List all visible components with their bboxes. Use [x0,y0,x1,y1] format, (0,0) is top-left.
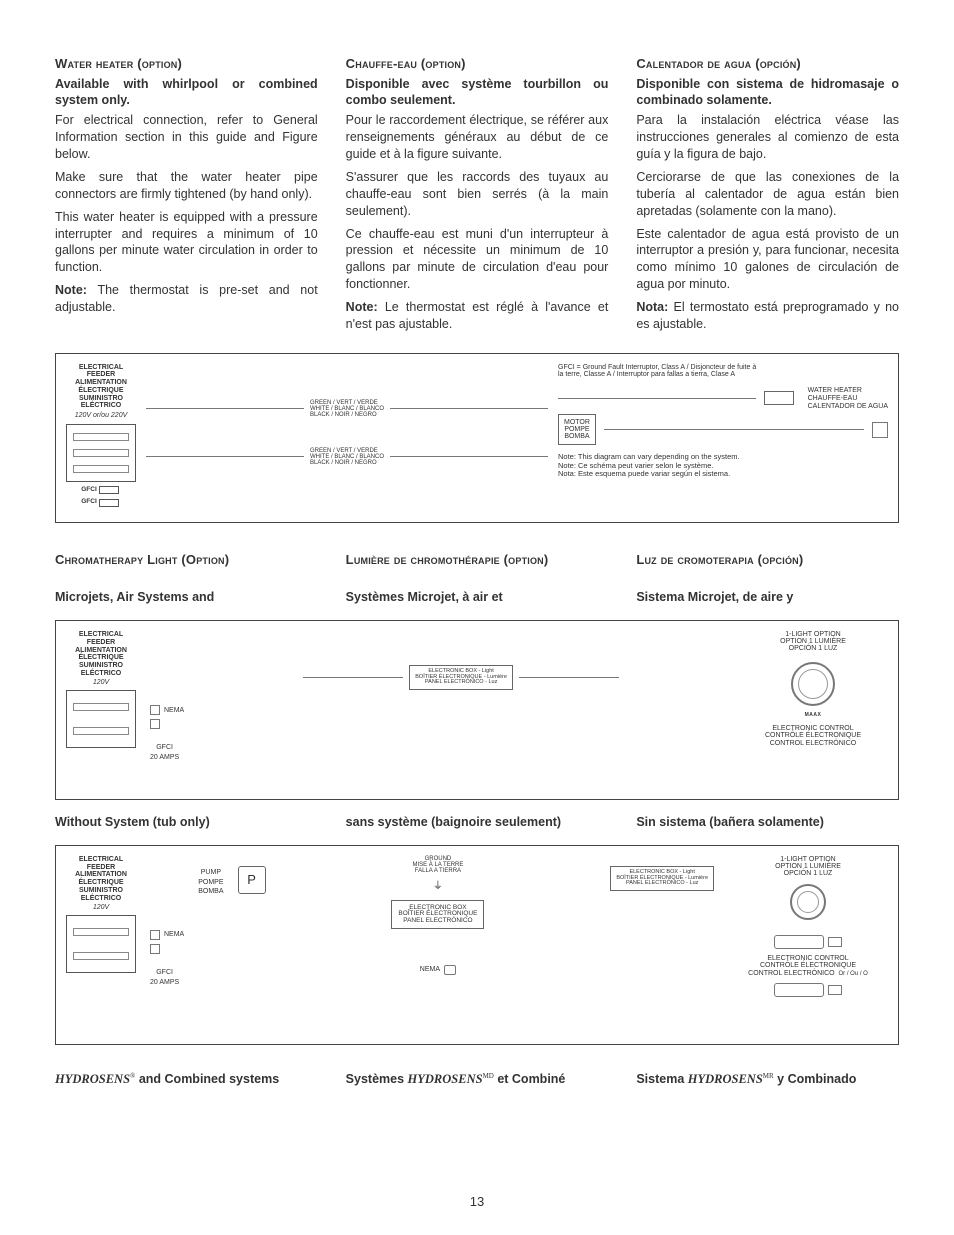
note-es: Nota: El termostato está preprogramado y… [636,299,899,333]
wire-colors-2: GREEN / VERT / VERDEWHITE / BLANC / BLAN… [310,448,384,466]
connector-icon [828,985,842,995]
p-en-3: This water heater is equipped with a pre… [55,209,318,277]
maax-logo: MAAX [805,712,822,719]
diagram-notes: Note: This diagram can vary depending on… [558,453,818,479]
light-option-label-2: 1-LIGHT OPTIONOPTION 1 LUMIÈREOPCIÓN 1 L… [775,856,841,877]
p-fr-1: Pour le raccordement électrique, se réfé… [346,112,609,163]
gfci-legend: GFCI = Ground Fault Interruptor, Class A… [558,364,758,379]
water-heater-label: WATER HEATERCHAUFFE-EAUCALENTADOR DE AGU… [808,387,888,410]
pump-icon: P [238,866,266,894]
p-es-1: Para la instalación eléctrica véase las … [636,112,899,163]
control-pad-icon [774,983,824,997]
electronic-box-small-2: ELECTRONIC BOX - LightBOÎTIER ÉLECTRONIQ… [610,866,714,891]
sub-fr: Disponible avec système tourbillon ou co… [346,76,609,110]
col-es: Calentador de agua (opción) Disponible c… [636,55,899,339]
gfci-amp-label: GFCI20 AMPS [150,968,179,987]
subb-en: Without System (tub only) [55,814,318,831]
heading-en: Water heater (option) [55,55,318,73]
plug-icon [444,965,456,975]
light-icon [790,884,826,920]
hydro-es: Sistema HYDROSENSMR y Combinado [636,1071,899,1088]
p-es-3: Este calentador de agua está provisto de… [636,226,899,294]
water-heater-icon [764,391,794,405]
hydro-fr: Systèmes HYDROSENSMD et Combiné [346,1071,609,1088]
diagram-chroma-b: ELECTRICALFEEDER ALIMENTATIONÉLECTRIQUE … [55,845,899,1045]
hydro-en: HYDROSENS® and Combined systems [55,1071,318,1088]
chroma-es: Luz de cromoterapia (opción) [636,551,899,569]
motor-label: MOTORPOMPEBOMBA [558,414,596,445]
suba-es: Sistema Microjet, de aire y [636,589,899,606]
p-en-1: For electrical connection, refer to Gene… [55,112,318,163]
electronic-control-label-2: ELECTRONIC CONTROL CONTRÔLE ÉLECTRONIQUE… [748,955,868,977]
outlet-icon [150,930,160,940]
diagram-chroma-a: ELECTRICALFEEDER ALIMENTATIONÉLECTRIQUE … [55,620,899,800]
ground-label: GROUNDMISE À LA TERREFALLA A TIERRA [412,856,463,874]
electronic-box-small: ELECTRONIC BOX - LightBOÎTIER ÉLECTRONIQ… [409,665,513,690]
col-fr: Chauffe-eau (option) Disponible avec sys… [346,55,609,339]
gfci-amp-label: GFCI20 AMPS [150,743,179,762]
outlet-icon [150,705,160,715]
gfci-row-1: GFCI [81,486,121,495]
breaker-panel-icon [66,690,136,748]
light-icon [791,662,835,706]
nema-label: NEMA [164,706,184,715]
suba-fr: Systèmes Microjet, à air et [346,589,609,606]
ground-icon: ⏚ [433,880,443,894]
motor-icon [872,422,888,438]
feeder-label-2: ELECTRICALFEEDER ALIMENTATIONÉLECTRIQUE … [75,631,127,687]
heading-es: Calentador de agua (opción) [636,55,899,73]
electronic-box-big: ELECTRONIC BOXBOÎTIER ÉLECTRONIQUEPANEL … [391,900,484,930]
note-en: Note: The thermostat is pre-set and not … [55,282,318,316]
light-option-label: 1-LIGHT OPTIONOPTION 1 LUMIÈREOPCIÓN 1 L… [780,631,846,652]
feeder-label-3: ELECTRICALFEEDER ALIMENTATIONÉLECTRIQUE … [75,856,127,912]
water-heater-section: Water heater (option) Available with whi… [55,55,899,339]
subb-fr: sans système (baignoire seulement) [346,814,609,831]
suba-en: Microjets, Air Systems and [55,589,318,606]
p-es-2: Cerciorarse de que las conexiones de la … [636,169,899,220]
heading-fr: Chauffe-eau (option) [346,55,609,73]
wire-colors-1: GREEN / VERT / VERDEWHITE / BLANC / BLAN… [310,400,384,418]
p-fr-2: S'assurer que les raccords des tuyaux au… [346,169,609,220]
breaker-panel-icon [66,424,136,482]
breaker-icon [99,499,119,507]
sub-row-b: Without System (tub only) sans système (… [55,814,899,831]
outlet-icon [150,944,160,954]
gfci-row-2: GFCI [81,498,121,507]
control-pad-icon [774,935,824,949]
p-en-2: Make sure that the water heater pipe con… [55,169,318,203]
chroma-heading-row: Chromatherapy Light (Option) Lumière de … [55,551,899,572]
connector-icon [828,937,842,947]
outlet-icon [150,719,160,729]
hydrosens-row: HYDROSENS® and Combined systems Systèmes… [55,1071,899,1088]
p-fr-3: Ce chauffe-eau est muni d'un interrupteu… [346,226,609,294]
pump-block: PUMPPOMPEBOMBA [198,856,223,896]
breaker-icon [99,486,119,494]
sub-es: Disponible con sistema de hidromasaje o … [636,76,899,110]
feeder-label: ELECTRICAL FEEDER ALIMENTATION ÉLECTRIQU… [75,364,128,420]
page-number: 13 [0,1193,954,1211]
breaker-panel-icon [66,915,136,973]
sub-row-a: Microjets, Air Systems and Systèmes Micr… [55,589,899,606]
diagram-water-heater: ELECTRICAL FEEDER ALIMENTATION ÉLECTRIQU… [55,353,899,523]
electronic-control-label: ELECTRONIC CONTROLCONTRÔLE ÉLECTRONIQUEC… [765,725,861,747]
note-fr: Note: Le thermostat est réglé à l'avance… [346,299,609,333]
chroma-fr: Lumière de chromothérapie (option) [346,551,609,569]
col-en: Water heater (option) Available with whi… [55,55,318,339]
sub-en: Available with whirlpool or combined sys… [55,76,318,110]
subb-es: Sin sistema (bañera solamente) [636,814,899,831]
chroma-en: Chromatherapy Light (Option) [55,551,318,569]
